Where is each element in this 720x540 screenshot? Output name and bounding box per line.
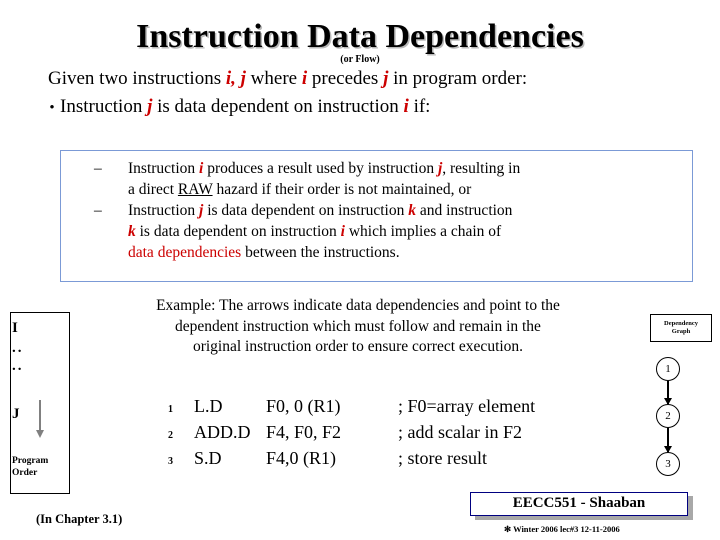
code-comment: ; store result	[398, 448, 487, 468]
cond2-line2-b: which implies a chain of	[344, 223, 502, 241]
code-line-number: 3	[168, 456, 173, 467]
cond1-line2-a: a direct	[128, 181, 178, 199]
data-dependencies-phrase: data dependencies	[128, 243, 242, 261]
bullet-suffix: if:	[408, 96, 431, 117]
code-instruction: S.D	[194, 448, 222, 468]
condition-chain-line2: k is data dependent on instruction i whi…	[111, 222, 682, 242]
given-precedes: precedes	[307, 68, 384, 89]
slide: Instruction Data Dependencies (or Flow) …	[0, 0, 720, 540]
cond1-a: Instruction	[128, 160, 200, 177]
cond2-line2-k: k	[128, 223, 136, 241]
code-operands: F0, 0 (R1)	[266, 396, 341, 416]
program-order-arrow-icon	[36, 400, 44, 438]
program-order-dots-2: ..	[12, 358, 24, 374]
title-subnote: (or Flow)	[340, 54, 380, 65]
dependency-node-3: 3	[656, 452, 680, 476]
conditions-box: – Instruction i produces a result used by…	[60, 150, 693, 282]
given-suffix: in program order:	[388, 68, 528, 89]
example-line-3: original instruction order to ensure cor…	[192, 338, 524, 356]
program-order-i-label: I	[12, 320, 18, 336]
program-order-caption: Program Order	[12, 456, 48, 480]
cond2-b: is data dependent on instruction	[203, 201, 409, 219]
code-operands: F4, F0, F2	[266, 422, 342, 442]
bullet-mid: is data dependent on instruction	[152, 96, 404, 117]
dependency-node-2: 2	[656, 404, 680, 428]
footer-note: ✻ Winter 2006 lec#3 12-11-2006	[504, 524, 620, 534]
code-row: 2 ADD.D F4, F0, F2 ; add scalar in F2	[168, 422, 648, 448]
code-instruction: ADD.D	[194, 422, 251, 442]
dependency-graph-caption-line2: Graph	[671, 328, 691, 336]
dependency-edge-1-2-icon	[664, 381, 671, 405]
condition-chain-line3: data dependencies between the instructio…	[111, 243, 682, 263]
dependency-graph-caption-line1: Dependency	[664, 320, 698, 327]
code-comment: ; add scalar in F2	[398, 422, 522, 442]
cond1-line2-b: hazard if their order is not maintained,…	[212, 181, 472, 199]
raw-hazard-label: RAW	[177, 181, 213, 199]
cond2-line3-b: between the instructions.	[241, 243, 400, 261]
cond2-a: Instruction	[128, 201, 200, 219]
cond2-c: and instruction	[416, 201, 513, 219]
bullet-dot-icon: •	[49, 100, 55, 116]
code-line-number: 2	[168, 430, 173, 441]
example-line-2: dependent instruction which must follow …	[175, 317, 541, 335]
cond1-b: produces a result used by instruction	[203, 160, 438, 177]
code-comment: ; F0=array element	[398, 396, 536, 416]
chapter-reference: (In Chapter 3.1)	[36, 512, 123, 526]
dependency-graph-caption: Dependency Graph	[650, 314, 712, 342]
cond2-k: k	[408, 201, 416, 219]
program-order-j-label: J	[12, 406, 20, 422]
program-order-dots-1: ..	[12, 340, 24, 356]
code-row: 1 L.D F0, 0 (R1) ; F0=array element	[168, 396, 648, 422]
code-row: 3 S.D F4,0 (R1) ; store result	[168, 448, 648, 474]
code-line-number: 1	[168, 404, 173, 415]
dash-icon: –	[94, 160, 102, 177]
data-dependence-bullet: • Instruction j is data dependent on inst…	[44, 96, 704, 118]
example-line-1: Example: The arrows indicate data depend…	[156, 297, 560, 314]
example-paragraph: Example: The arrows indicate data depend…	[78, 296, 638, 358]
dependency-edge-2-3-icon	[664, 428, 671, 453]
dash-icon-2: –	[94, 201, 102, 219]
given-instructions-line: Given two instructions i, j where i prec…	[48, 68, 698, 90]
code-instruction: L.D	[194, 396, 223, 416]
given-mid: where	[245, 68, 302, 89]
condition-raw-line2: a direct RAW hazard if their order is no…	[111, 180, 682, 200]
code-listing: 1 L.D F0, 0 (R1) ; F0=array element 2 AD…	[168, 396, 648, 474]
program-order-caption-line1: Program	[12, 456, 49, 466]
page-title: Instruction Data Dependencies	[136, 18, 584, 55]
condition-chain: – Instruction j is data dependent on inst…	[94, 201, 682, 221]
cond1-c: , resulting in	[442, 160, 521, 177]
dependency-node-1: 1	[656, 357, 680, 381]
course-banner: EECC551 - Shaaban	[470, 492, 688, 516]
code-operands: F4,0 (R1)	[266, 448, 337, 468]
bullet-prefix: Instruction	[60, 96, 148, 117]
condition-raw: – Instruction i produces a result used by…	[94, 159, 682, 179]
given-ij: i, j	[225, 68, 246, 89]
program-order-caption-line2: Order	[12, 467, 38, 478]
cond2-line2-a: is data dependent on instruction	[135, 223, 341, 241]
given-prefix: Given two instructions	[48, 68, 226, 89]
